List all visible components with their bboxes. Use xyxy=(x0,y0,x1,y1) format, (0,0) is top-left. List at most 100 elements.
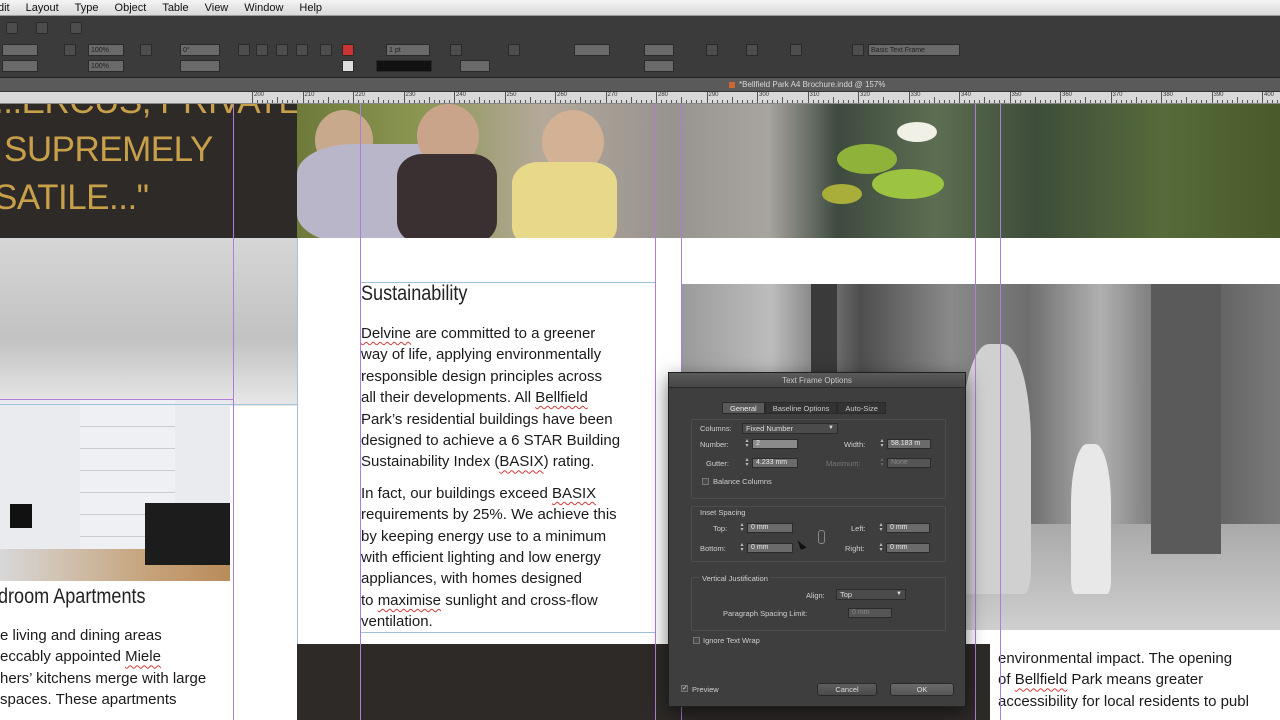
width-field[interactable]: 58.183 m xyxy=(887,439,931,449)
shear-field[interactable] xyxy=(180,60,220,72)
select-content-icon[interactable] xyxy=(320,44,332,56)
angle-field[interactable]: 0° xyxy=(180,44,220,56)
document-title: *Bellfield Park A4 Brochure.indd @ 157% xyxy=(739,80,886,89)
grid-icon[interactable] xyxy=(70,22,82,34)
menu-type[interactable]: Type xyxy=(67,0,107,16)
horizontal-ruler[interactable]: 200 210 220 230 240 250 260 270 280 290 300 310 320 3… xyxy=(0,92,1280,104)
ruler-tick xyxy=(519,100,521,103)
scale-x-field[interactable]: 100% xyxy=(88,44,124,56)
rotate-cw-icon[interactable] xyxy=(238,44,250,56)
dialog-title[interactable]: Text Frame Options xyxy=(669,373,965,388)
number-field[interactable]: 2 xyxy=(752,439,798,449)
frame-icon[interactable] xyxy=(36,22,48,34)
column-guide[interactable] xyxy=(233,104,234,720)
kitchen-photo[interactable] xyxy=(0,399,230,581)
object-style-select[interactable]: Basic Text Frame xyxy=(868,44,960,56)
column-guide[interactable] xyxy=(655,104,656,720)
align-icon[interactable] xyxy=(508,44,520,56)
ruler-tick xyxy=(484,100,486,103)
width-field[interactable] xyxy=(574,44,610,56)
wrap-icon[interactable] xyxy=(450,44,462,56)
column-guide[interactable] xyxy=(975,104,976,720)
height-field[interactable] xyxy=(644,44,674,56)
bottom-stepper-icon[interactable]: ▴ ▾ xyxy=(739,542,745,553)
ruler-tick xyxy=(650,100,652,103)
apartments-heading[interactable]: droom Apartments xyxy=(0,585,146,609)
right-inset-field[interactable]: 0 mm xyxy=(886,543,930,553)
ruler-label: 330 xyxy=(910,92,921,98)
x-field[interactable] xyxy=(2,44,38,56)
interior-photo-faded[interactable] xyxy=(0,238,297,406)
ruler-tick xyxy=(994,100,996,103)
ruler-tick xyxy=(363,100,365,103)
top-inset-field[interactable]: 0 mm xyxy=(747,523,793,533)
menu-help[interactable]: Help xyxy=(291,0,330,16)
fit-frame-icon[interactable] xyxy=(706,44,718,56)
fit-content-icon[interactable] xyxy=(746,44,758,56)
align-select[interactable]: Top ▼ xyxy=(836,589,906,600)
row-guide[interactable] xyxy=(0,399,233,400)
ruler-tick xyxy=(938,100,940,103)
center-content-icon[interactable] xyxy=(790,44,802,56)
left-inset-field[interactable]: 0 mm xyxy=(886,523,930,533)
left-stepper-icon[interactable]: ▴ ▾ xyxy=(878,522,884,533)
fill-swatch-icon[interactable] xyxy=(342,44,354,56)
preview-checkbox[interactable]: ✓ xyxy=(681,685,688,692)
menu-bar: dit Layout Type Object Table View Window… xyxy=(0,0,1280,16)
number-stepper-icon[interactable]: ▴ ▾ xyxy=(744,438,750,449)
ruler-tick xyxy=(1211,92,1213,103)
document-canvas[interactable]: ...ERCUS, PRIVATE SUPREMELY SATILE..." xyxy=(0,104,1280,720)
select-container-icon[interactable] xyxy=(296,44,308,56)
sustainability-heading[interactable]: Sustainability xyxy=(361,282,467,306)
column-guide[interactable] xyxy=(360,104,361,720)
stroke-weight-field[interactable]: 1 pt xyxy=(386,44,430,56)
ruler-tick xyxy=(423,100,425,103)
menu-object[interactable]: Object xyxy=(107,0,155,16)
tab-auto-size[interactable]: Auto-Size xyxy=(837,402,886,414)
sustainability-body[interactable]: Delvine are committed to a greener way of… xyxy=(361,323,655,643)
right-column-body[interactable]: environmental impact. The opening of Bell… xyxy=(998,648,1280,712)
stroke-type-select[interactable] xyxy=(376,60,432,72)
apartments-body[interactable]: e living and dining areas eccably appoint… xyxy=(0,625,297,711)
menu-view[interactable]: View xyxy=(197,0,237,16)
menu-edit[interactable]: dit xyxy=(0,0,18,16)
chain-link-icon[interactable] xyxy=(818,530,825,544)
reference-point-icon[interactable] xyxy=(6,22,18,34)
cancel-button[interactable]: Cancel xyxy=(817,683,877,696)
ok-button[interactable]: OK xyxy=(890,683,954,696)
children-photo[interactable] xyxy=(297,104,1280,238)
style-icon[interactable] xyxy=(852,44,864,56)
constrain-icon[interactable] xyxy=(140,44,152,56)
stroke-swatch-icon[interactable] xyxy=(342,60,354,72)
text-line: Sustainability Index (BASIX) rating. xyxy=(361,451,655,472)
opacity-field[interactable] xyxy=(460,60,490,72)
document-tab[interactable]: *Bellfield Park A4 Brochure.indd @ 157% xyxy=(727,79,885,91)
tab-general[interactable]: General xyxy=(722,402,765,414)
ruler-tick xyxy=(989,100,991,103)
ignore-text-wrap-checkbox[interactable] xyxy=(693,637,700,644)
gutter-field[interactable]: 4.233 mm xyxy=(752,458,798,468)
menu-window[interactable]: Window xyxy=(236,0,291,16)
ruler-tick xyxy=(1166,100,1168,103)
ruler-tick xyxy=(448,100,450,103)
columns-select[interactable]: Fixed Number ▼ xyxy=(742,423,838,434)
ruler-tick xyxy=(913,100,915,103)
y-field[interactable] xyxy=(2,60,38,72)
ruler-tick xyxy=(388,100,390,103)
bottom-inset-field[interactable]: 0 mm xyxy=(747,543,793,553)
ruler-tick xyxy=(489,100,491,103)
width-stepper-icon[interactable]: ▴ ▾ xyxy=(879,438,885,449)
flip-icon[interactable] xyxy=(276,44,288,56)
top-stepper-icon[interactable]: ▴ ▾ xyxy=(739,522,745,533)
menu-layout[interactable]: Layout xyxy=(18,0,67,16)
column-guide[interactable] xyxy=(1000,104,1001,720)
menu-table[interactable]: Table xyxy=(154,0,196,16)
ruler-tick xyxy=(827,100,829,103)
scale-y-field[interactable]: 100% xyxy=(88,60,124,72)
gutter-field[interactable] xyxy=(644,60,674,72)
right-stepper-icon[interactable]: ▴ ▾ xyxy=(878,542,884,553)
rotate-ccw-icon[interactable] xyxy=(256,44,268,56)
balance-columns-checkbox[interactable] xyxy=(702,478,709,485)
tab-baseline-options[interactable]: Baseline Options xyxy=(764,402,838,414)
gutter-stepper-icon[interactable]: ▴ ▾ xyxy=(744,457,750,468)
